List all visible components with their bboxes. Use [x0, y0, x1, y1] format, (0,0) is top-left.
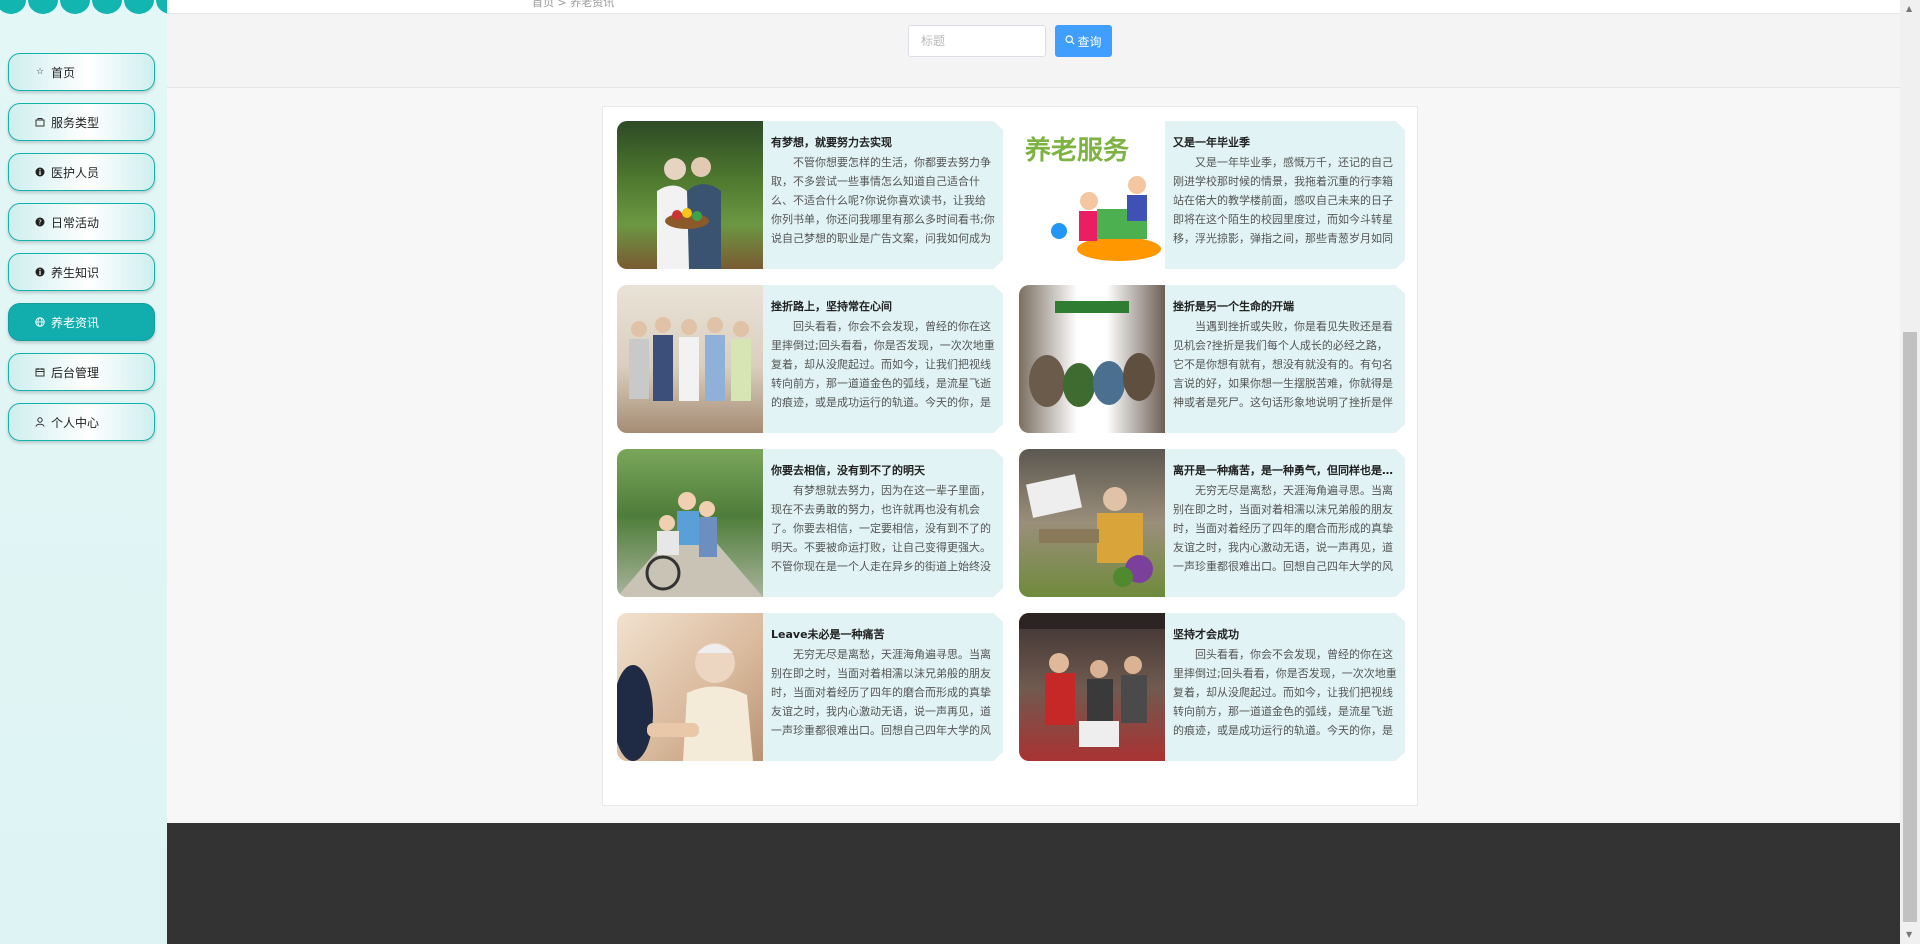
news-image-caption: 养老服务: [1024, 135, 1129, 166]
globe-icon: [35, 317, 45, 327]
sidebar-item-label: 后台管理: [51, 365, 100, 380]
search-button-label: 查询: [1077, 34, 1102, 49]
news-grid: 有梦想，就要努力去实现 不管你想要怎样的生活，你都要去努力争取，不多尝试一些事情…: [617, 121, 1405, 761]
news-summary: 又是一年毕业季，感慨万千，还记的自己刚进学校那时候的情景，我拖着沉重的行李箱站在…: [1173, 156, 1393, 245]
news-image[interactable]: [617, 449, 763, 597]
user-icon: [35, 417, 45, 427]
sidebar-item-personal-center[interactable]: 个人中心: [8, 403, 155, 441]
sidebar-item-label: 日常活动: [51, 215, 100, 230]
sidebar-item-admin[interactable]: 后台管理: [8, 353, 155, 391]
sidebar-item-label: 医护人员: [51, 165, 100, 180]
news-image[interactable]: [617, 613, 763, 761]
news-card[interactable]: 离开是一种痛苦，是一种勇气，但同样也是一个考验，是一个... 无穷无尽是离愁，天…: [1019, 449, 1405, 597]
sidebar: ☆ 首页 服务类型 医护人员 ? 日常活动 养生知识 养老资讯 后台管理 个人中…: [0, 0, 167, 944]
news-body: 挫折路上，坚持常在心间 回头看看，你会不会发现，曾经的你在这里摔倒过;回头看看，…: [763, 285, 1003, 433]
news-card[interactable]: 你要去相信，没有到不了的明天 有梦想就去努力，因为在这一辈子里面，现在不去勇敢的…: [617, 449, 1003, 597]
news-summary: 当遇到挫折或失败，你是看见失败还是看见机会?挫折是我们每个人成长的必经之路，它不…: [1173, 320, 1393, 409]
scroll-up-icon[interactable]: ▲: [1906, 4, 1912, 13]
news-body: 坚持才会成功 回头看看，你会不会发现，曾经的你在这里摔倒过;回头看看，你是否发现…: [1165, 613, 1405, 761]
sidebar-item-label: 个人中心: [51, 415, 100, 430]
sidebar-decoration: [0, 0, 167, 14]
sidebar-nav: ☆ 首页 服务类型 医护人员 ? 日常活动 养生知识 养老资讯 后台管理 个人中…: [8, 53, 155, 453]
news-title[interactable]: 又是一年毕业季: [1173, 134, 1397, 150]
sidebar-item-service-types[interactable]: 服务类型: [8, 103, 155, 141]
news-summary: 无穷无尽是离愁，天涯海角遍寻思。当离别在即之时，当面对着相濡以沫兄弟般的朋友时，…: [1173, 484, 1393, 573]
news-card[interactable]: Leave未必是一种痛苦 无穷无尽是离愁，天涯海角遍寻思。当离别在即之时，当面对…: [617, 613, 1003, 761]
scrollbar-thumb[interactable]: [1903, 332, 1917, 922]
bag-icon: [35, 117, 45, 127]
news-image[interactable]: [1019, 449, 1165, 597]
news-title[interactable]: 离开是一种痛苦，是一种勇气，但同样也是一个考验，是一个...: [1173, 462, 1397, 478]
news-body: 又是一年毕业季 又是一年毕业季，感慨万千，还记的自己刚进学校那时候的情景，我拖着…: [1165, 121, 1405, 269]
main-content: 首页 > 养老资讯 查询: [167, 0, 1900, 944]
news-title[interactable]: 有梦想，就要努力去实现: [771, 134, 995, 150]
sidebar-item-label: 养老资讯: [51, 315, 100, 330]
news-body: 有梦想，就要努力去实现 不管你想要怎样的生活，你都要去努力争取，不多尝试一些事情…: [763, 121, 1003, 269]
footer: [167, 823, 1900, 944]
news-image[interactable]: [1019, 613, 1165, 761]
sidebar-item-label: 服务类型: [51, 115, 100, 130]
news-summary: 有梦想就去努力，因为在这一辈子里面，现在不去勇敢的努力，也许就再也没有机会了。你…: [771, 484, 991, 573]
sidebar-item-label: 养生知识: [51, 265, 100, 280]
news-title[interactable]: 坚持才会成功: [1173, 626, 1397, 642]
news-summary: 回头看看，你会不会发现，曾经的你在这里摔倒过;回头看看，你是否发现，一次次地重复…: [771, 320, 995, 409]
news-body: Leave未必是一种痛苦 无穷无尽是离愁，天涯海角遍寻思。当离别在即之时，当面对…: [763, 613, 1003, 761]
news-image[interactable]: [617, 121, 763, 269]
news-card[interactable]: 养老服务 又是一年毕业季 又是一年毕业季，感慨万千，还记的自己刚进学校那时候的情…: [1019, 121, 1405, 269]
news-title[interactable]: 挫折路上，坚持常在心间: [771, 298, 995, 314]
svg-text:?: ?: [38, 219, 42, 227]
search-input[interactable]: [908, 25, 1046, 57]
star-icon: ☆: [35, 67, 45, 77]
news-title[interactable]: 你要去相信，没有到不了的明天: [771, 462, 995, 478]
news-card[interactable]: 有梦想，就要努力去实现 不管你想要怎样的生活，你都要去努力争取，不多尝试一些事情…: [617, 121, 1003, 269]
news-card[interactable]: 挫折路上，坚持常在心间 回头看看，你会不会发现，曾经的你在这里摔倒过;回头看看，…: [617, 285, 1003, 433]
news-card[interactable]: 坚持才会成功 回头看看，你会不会发现，曾经的你在这里摔倒过;回头看看，你是否发现…: [1019, 613, 1405, 761]
news-title[interactable]: Leave未必是一种痛苦: [771, 626, 995, 642]
scroll-down-icon[interactable]: ▼: [1906, 930, 1912, 939]
breadcrumb: 首页 > 养老资讯: [532, 0, 615, 9]
search-button[interactable]: 查询: [1055, 25, 1112, 57]
top-bar: 首页 > 养老资讯: [167, 0, 1900, 14]
news-panel: 有梦想，就要努力去实现 不管你想要怎样的生活，你都要去努力争取，不多尝试一些事情…: [602, 106, 1418, 806]
news-body: 你要去相信，没有到不了的明天 有梦想就去努力，因为在这一辈子里面，现在不去勇敢的…: [763, 449, 1003, 597]
news-body: 离开是一种痛苦，是一种勇气，但同样也是一个考验，是一个... 无穷无尽是离愁，天…: [1165, 449, 1405, 597]
search-bar: 查询: [167, 14, 1900, 88]
calendar-icon: [35, 367, 45, 377]
news-image[interactable]: 养老服务: [1019, 121, 1165, 269]
search-icon: [1065, 34, 1076, 48]
news-card[interactable]: 挫折是另一个生命的开端 当遇到挫折或失败，你是看见失败还是看见机会?挫折是我们每…: [1019, 285, 1405, 433]
question-icon: ?: [35, 217, 45, 227]
page-scrollbar[interactable]: ▲ ▼: [1900, 0, 1920, 944]
sidebar-item-health-knowledge[interactable]: 养生知识: [8, 253, 155, 291]
info-icon: [35, 267, 45, 277]
news-body: 挫折是另一个生命的开端 当遇到挫折或失败，你是看见失败还是看见机会?挫折是我们每…: [1165, 285, 1405, 433]
news-title[interactable]: 挫折是另一个生命的开端: [1173, 298, 1397, 314]
news-summary: 不管你想要怎样的生活，你都要去努力争取，不多尝试一些事情怎么知道自己适合什么、不…: [771, 156, 995, 245]
info-icon: [35, 167, 45, 177]
news-summary: 回头看看，你会不会发现，曾经的你在这里摔倒过;回头看看，你是否发现，一次次地重复…: [1173, 648, 1397, 737]
sidebar-item-elderly-news[interactable]: 养老资讯: [8, 303, 155, 341]
news-image[interactable]: [617, 285, 763, 433]
sidebar-item-label: 首页: [51, 65, 76, 80]
sidebar-item-medical-staff[interactable]: 医护人员: [8, 153, 155, 191]
sidebar-item-daily-activities[interactable]: ? 日常活动: [8, 203, 155, 241]
sidebar-item-home[interactable]: ☆ 首页: [8, 53, 155, 91]
news-summary: 无穷无尽是离愁，天涯海角遍寻思。当离别在即之时，当面对着相濡以沫兄弟般的朋友时，…: [771, 648, 991, 737]
news-image[interactable]: [1019, 285, 1165, 433]
